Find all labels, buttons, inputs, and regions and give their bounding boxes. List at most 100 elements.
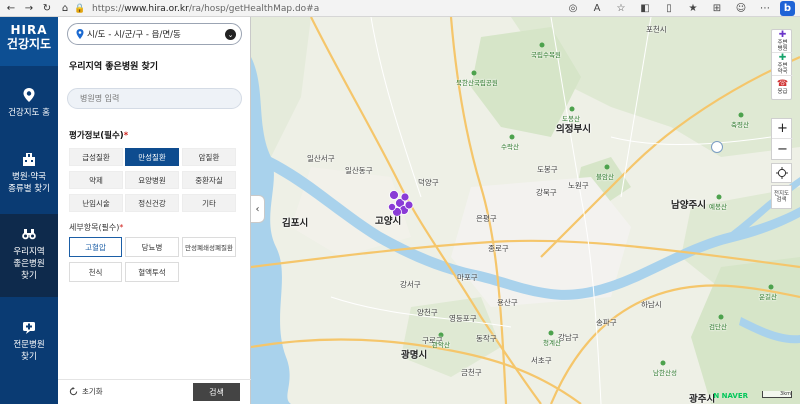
nav-item-home[interactable]: 건강지도 홈 [0,87,58,119]
favorite-icon[interactable]: ☆ [614,1,628,15]
pharmacy-cross-icon: ✚ [778,52,787,63]
map-label-songpa: 송파구 [596,318,617,327]
map-label-ilsanseo: 일산서구 [307,154,335,163]
nav-item-type-label-1: 병원·약국 [12,172,46,182]
profile-icon[interactable]: ☺ [734,1,748,15]
map-label-park: 축령산 [731,121,749,129]
reset-label: 초기화 [82,387,103,396]
reset-button[interactable]: 초기화 [69,386,103,397]
nearby-pharmacy-button[interactable]: ✚ 주변 약국 [772,53,793,76]
forward-icon[interactable]: → [22,1,36,15]
map-tools: ✚ 주변 병원 ✚ 주변 약국 ☎ 응급 [771,29,793,100]
map-label-park: 예봉산 [709,203,727,211]
map-label-mapo: 마포구 [457,273,478,282]
detail-option-hypertension[interactable]: 고혈압 [69,237,122,257]
brand-logo[interactable]: HIRA 건강지도 [0,17,58,66]
map-scale: 3km [762,391,792,398]
hospital-cross-icon: ✚ [778,29,787,40]
extensions-icon[interactable]: ◧ [638,1,652,15]
location-icon[interactable]: ◎ [566,1,580,15]
map-label-ilsandong: 일산동구 [345,166,373,175]
home-icon[interactable]: ⌂ [58,1,72,15]
search-panel: 시/도 - 시/군/구 - 읍/면/동 ⌄ 우리지역 좋은병원 찾기 평가정보(… [58,17,251,404]
eval-option-acute[interactable]: 급성질환 [69,148,123,166]
emergency-icon: ☎ [776,79,789,89]
map-label-park: 북한산국립공원 [456,79,498,87]
back-icon[interactable]: ← [4,1,18,15]
map-pin-icon [76,29,84,39]
map-label-uijeongbu: 의정부시 [556,124,591,135]
region-selector[interactable]: 시/도 - 시/군/구 - 읍/면/동 ⌄ [67,23,242,45]
read-aloud-icon[interactable]: A [590,1,604,15]
zoom-control: + − [771,118,793,160]
detail-option-diabetes[interactable]: 당뇨병 [125,237,179,257]
eval-option-chronic[interactable]: 만성질환 [125,148,179,166]
detail-section-title: 세부항목(필수)* [69,223,124,232]
search-button[interactable]: 검색 [193,383,240,401]
eval-option-icu[interactable]: 중환자실 [182,171,236,189]
collections-icon[interactable]: ⊞ [710,1,724,15]
detail-option-hemodialysis[interactable]: 혈액투석 [125,262,179,282]
zoom-in-button[interactable]: + [772,119,793,139]
map-label-hanam: 하남시 [641,300,662,309]
panel-footer: 초기화 검색 [58,379,251,404]
browser-toolbar: ← → ↻ ⌂ 🔒 https://www.hira.or.kr/ra/hosp… [0,0,800,17]
map-label-eunpyeong: 은평구 [476,214,497,223]
crosshair-icon [775,167,788,179]
map-label-yangcheon: 양천구 [417,308,438,317]
favorites-bar-icon[interactable]: ★ [686,1,700,15]
current-location-button[interactable] [771,163,792,183]
left-nav: HIRA 건강지도 건강지도 홈 병원·약국 종류별 찾기 우리지역 좋은병원 … [0,17,58,404]
eval-option-nursing-hospital[interactable]: 요양병원 [125,171,179,189]
eval-option-infertility[interactable]: 난임시술 [69,194,123,212]
nav-item-type-search[interactable]: 병원·약국 종류별 찾기 [0,151,58,195]
hospital-name-input[interactable] [67,88,242,109]
map-label-pocheon: 포천시 [646,25,667,34]
emergency-button[interactable]: ☎ 응급 [772,76,793,99]
nearby-hospital-button[interactable]: ✚ 주변 병원 [772,30,793,53]
map-label-seocho: 서초구 [531,356,552,365]
map-label-gwangmyeong: 광명시 [401,350,428,361]
detail-option-copd[interactable]: 만성폐쇄성폐질환 [182,237,236,257]
map-label-gangnam: 강남구 [558,333,579,342]
nav-item-specialty[interactable]: 전문병원 찾기 [0,319,58,363]
map-label-park: 운길산 [759,293,777,301]
panel-title: 우리지역 좋은병원 찾기 [69,62,159,72]
eval-option-cancer[interactable]: 암질환 [182,148,236,166]
full-map-search-button[interactable]: 전지도 검색 [771,185,792,209]
map-pin-icon [23,88,35,102]
nav-item-good-label-1: 우리지역 [13,247,45,257]
map-label-park: 검단산 [709,323,727,331]
map-label-park: 도봉산 [562,115,580,123]
zoom-out-button[interactable]: − [772,139,793,159]
split-screen-icon[interactable]: ▯ [662,1,676,15]
nav-item-good-hospital[interactable]: 우리지역 좋은병원 찾기 [0,214,58,297]
panel-collapse-button[interactable]: ‹ [251,195,265,223]
lock-icon: 🔒 [74,3,86,14]
compass-icon [711,141,723,153]
nav-item-good-label-3: 찾기 [21,271,37,281]
bing-icon[interactable]: b [780,1,795,16]
chevron-left-icon: ‹ [255,203,260,215]
map-label-park: 관악산 [432,341,450,349]
map-view[interactable]: 김포시 고양시 일산서구 일산동구 덕양구 의정부시 남양주시 강북구 노원구 … [251,17,800,404]
more-icon[interactable]: ⋯ [758,1,772,15]
map-label-dongjak: 동작구 [476,334,497,343]
refresh-icon[interactable]: ↻ [40,1,54,15]
nav-item-specialty-label-1: 전문병원 [13,340,45,350]
clinic-icon [23,322,35,334]
required-mark: * [123,131,129,141]
eval-option-other[interactable]: 기타 [182,194,236,212]
url-text: https://www.hira.or.kr/ra/hosp/getHealth… [92,3,320,14]
required-mark: * [119,223,124,232]
hospital-building-icon [23,153,35,166]
map-label-geumcheon: 금천구 [461,368,482,377]
map-label-namyangju: 남양주시 [671,200,706,211]
detail-option-asthma[interactable]: 천식 [69,262,122,282]
eval-option-mental-health[interactable]: 정신건강 [125,194,179,212]
eval-option-medication[interactable]: 약제 [69,171,123,189]
map-label-yongsan: 용산구 [497,298,518,307]
chevron-down-icon: ⌄ [225,29,236,40]
map-label-yeongdeungpo: 영등포구 [449,314,477,323]
map-label-gangbuk: 강북구 [536,188,557,197]
